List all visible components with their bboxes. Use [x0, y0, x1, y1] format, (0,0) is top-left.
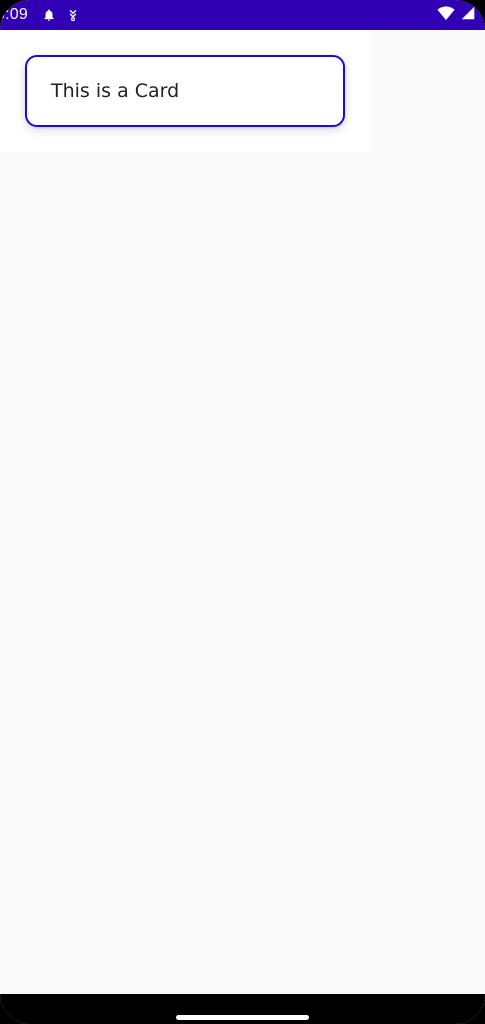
status-bar: 6:09 — [0, 0, 485, 30]
status-time: 6:09 — [0, 6, 28, 23]
notification-bell-icon — [42, 8, 56, 22]
download-icon — [66, 8, 80, 22]
card: This is a Card — [25, 55, 345, 127]
cellular-signal-icon — [461, 6, 475, 25]
status-bar-right — [437, 5, 475, 26]
phone-screen: 6:09 This is a Card — [0, 0, 485, 1024]
gesture-handle[interactable] — [176, 1015, 309, 1020]
navigation-bar — [0, 994, 485, 1024]
wifi-icon — [437, 5, 455, 26]
status-bar-left: 6:09 — [0, 0, 80, 30]
card-text: This is a Card — [51, 80, 180, 102]
